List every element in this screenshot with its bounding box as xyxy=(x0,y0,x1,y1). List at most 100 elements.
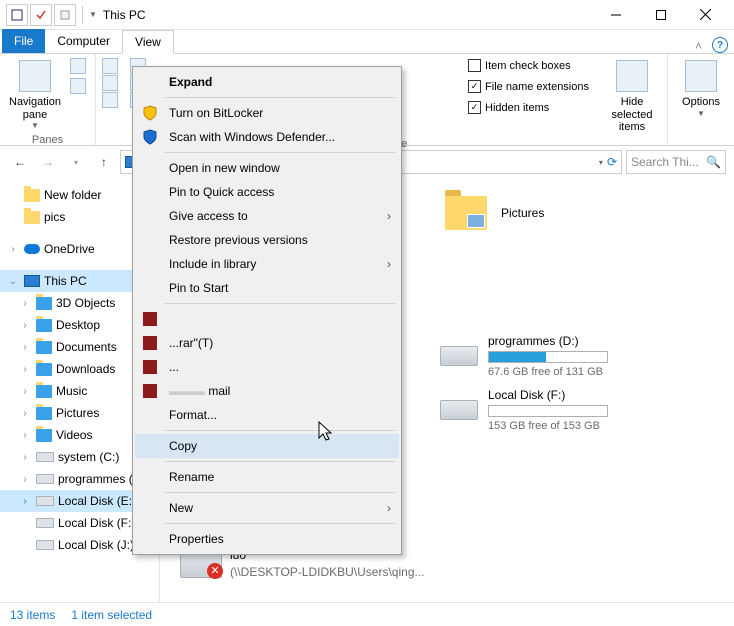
titlebar: ▼ This PC xyxy=(0,0,734,30)
ctx-winrar-d[interactable]: ▬▬▬ mail xyxy=(135,379,399,403)
chevron-down-icon[interactable]: ▾ xyxy=(599,158,603,167)
drive-icon xyxy=(440,346,478,366)
ctx-copy[interactable]: Copy xyxy=(135,434,399,458)
checkbox-checked-icon: ✓ xyxy=(468,80,481,93)
maximize-button[interactable] xyxy=(638,0,683,30)
tab-view[interactable]: View xyxy=(122,30,174,54)
navigation-pane-button[interactable]: Navigation pane ▼ xyxy=(6,58,64,132)
shield-icon xyxy=(139,105,161,121)
up-button[interactable]: ↑ xyxy=(92,150,116,174)
ctx-separator xyxy=(165,152,395,153)
drive-icon xyxy=(36,518,54,528)
qat-new-icon[interactable] xyxy=(54,4,76,26)
tab-computer[interactable]: Computer xyxy=(45,29,122,53)
folder-documents-icon xyxy=(36,341,52,354)
drive-icon xyxy=(36,452,54,462)
ctx-open-new-window[interactable]: Open in new window xyxy=(135,156,399,180)
winrar-icon xyxy=(139,312,161,326)
qat-check-icon[interactable] xyxy=(30,4,52,26)
winrar-icon xyxy=(139,384,161,398)
ctx-give-access[interactable]: Give access to› xyxy=(135,204,399,228)
qat-properties-icon[interactable] xyxy=(6,4,28,26)
ctx-properties[interactable]: Properties xyxy=(135,527,399,551)
pictures-label: Pictures xyxy=(501,206,544,220)
file-extensions-toggle[interactable]: ✓File name extensions xyxy=(466,79,591,94)
minimize-ribbon-icon[interactable]: ˄ xyxy=(695,39,702,53)
ctx-pin-start[interactable]: Pin to Start xyxy=(135,276,399,300)
layout-m-icon[interactable] xyxy=(102,92,118,108)
help-icon[interactable]: ? xyxy=(712,37,728,53)
search-icon: 🔍 xyxy=(706,155,721,169)
search-input[interactable]: Search Thi... 🔍 xyxy=(626,150,726,174)
winrar-icon xyxy=(139,336,161,350)
folder-videos-icon xyxy=(36,429,52,442)
layout-l-icon[interactable] xyxy=(102,75,118,91)
layout-xl-icon[interactable] xyxy=(102,58,118,74)
folder-music-icon xyxy=(36,385,52,398)
checkbox-checked-icon: ✓ xyxy=(468,101,481,114)
back-button[interactable]: ← xyxy=(8,150,32,174)
ctx-defender[interactable]: Scan with Windows Defender... xyxy=(135,125,399,149)
defender-icon xyxy=(139,129,161,145)
ctx-rename[interactable]: Rename xyxy=(135,465,399,489)
ctx-separator xyxy=(165,97,395,98)
panes-group-label: Panes xyxy=(6,134,89,146)
ctx-expand[interactable]: Expand xyxy=(135,70,399,94)
cloud-icon xyxy=(24,244,40,254)
quick-access-toolbar: ▼ xyxy=(6,4,97,26)
drive-icon xyxy=(36,496,54,506)
forward-button[interactable]: → xyxy=(36,150,60,174)
drive-d-free: 67.6 GB free of 131 GB xyxy=(488,366,608,378)
minimize-button[interactable] xyxy=(593,0,638,30)
status-item-count: 13 items xyxy=(10,608,55,622)
drive-f-item[interactable]: Local Disk (F:) 153 GB free of 153 GB xyxy=(440,388,608,432)
drive-f-name: Local Disk (F:) xyxy=(488,388,608,402)
ctx-bitlocker[interactable]: Turn on BitLocker xyxy=(135,101,399,125)
winrar-icon xyxy=(139,360,161,374)
refresh-icon[interactable]: ⟳ xyxy=(607,155,617,169)
drive-d-name: programmes (D:) xyxy=(488,334,608,348)
drive-d-item[interactable]: programmes (D:) 67.6 GB free of 131 GB xyxy=(440,334,608,378)
options-button[interactable]: Options ▼ xyxy=(674,58,728,120)
status-bar: 13 items 1 item selected xyxy=(0,602,734,626)
hide-selected-button[interactable]: Hide selected items xyxy=(603,58,661,136)
ctx-format[interactable]: Format... xyxy=(135,403,399,427)
details-pane-icon[interactable] xyxy=(70,78,86,94)
search-placeholder: Search Thi... xyxy=(631,155,699,169)
recent-locations-button[interactable]: ▾ xyxy=(64,150,88,174)
chevron-right-icon: › xyxy=(387,257,391,271)
item-checkboxes-toggle[interactable]: Item check boxes xyxy=(466,58,591,73)
ctx-include-library[interactable]: Include in library› xyxy=(135,252,399,276)
ctx-winrar-a[interactable] xyxy=(135,307,399,331)
ctx-winrar-b[interactable]: ...rar"(T) xyxy=(135,331,399,355)
ctx-new[interactable]: New› xyxy=(135,496,399,520)
chevron-right-icon: › xyxy=(387,501,391,515)
netloc-path: (\\DESKTOP-LDIDKBU\Users\qing... xyxy=(230,565,425,579)
window-title: This PC xyxy=(103,8,146,22)
drive-f-free: 153 GB free of 153 GB xyxy=(488,420,608,432)
hidden-items-toggle[interactable]: ✓Hidden items xyxy=(466,100,591,115)
qat-separator xyxy=(82,6,83,24)
pictures-folder-icon[interactable] xyxy=(445,196,487,230)
drive-icon xyxy=(36,540,54,550)
ctx-restore-previous[interactable]: Restore previous versions xyxy=(135,228,399,252)
ctx-pin-quick[interactable]: Pin to Quick access xyxy=(135,180,399,204)
ctx-winrar-c[interactable]: ... xyxy=(135,355,399,379)
pc-icon xyxy=(24,275,40,287)
context-menu: Expand Turn on BitLocker Scan with Windo… xyxy=(132,66,402,555)
ctx-separator xyxy=(165,430,395,431)
ctx-separator xyxy=(165,461,395,462)
folder-pictures-icon xyxy=(36,407,52,420)
folder-downloads-icon xyxy=(36,363,52,376)
preview-pane-icon[interactable] xyxy=(70,58,86,74)
chevron-right-icon: › xyxy=(387,209,391,223)
close-button[interactable] xyxy=(683,0,728,30)
ribbon-tabs: File Computer View ˄ ? xyxy=(0,30,734,54)
checkbox-icon xyxy=(468,59,481,72)
ctx-separator xyxy=(165,492,395,493)
navigation-pane-label: Navigation pane xyxy=(8,96,62,121)
folder-3d-icon xyxy=(36,297,52,310)
tab-file[interactable]: File xyxy=(2,29,45,53)
qat-dropdown-icon[interactable]: ▼ xyxy=(89,10,97,19)
status-selected-count: 1 item selected xyxy=(71,608,152,622)
